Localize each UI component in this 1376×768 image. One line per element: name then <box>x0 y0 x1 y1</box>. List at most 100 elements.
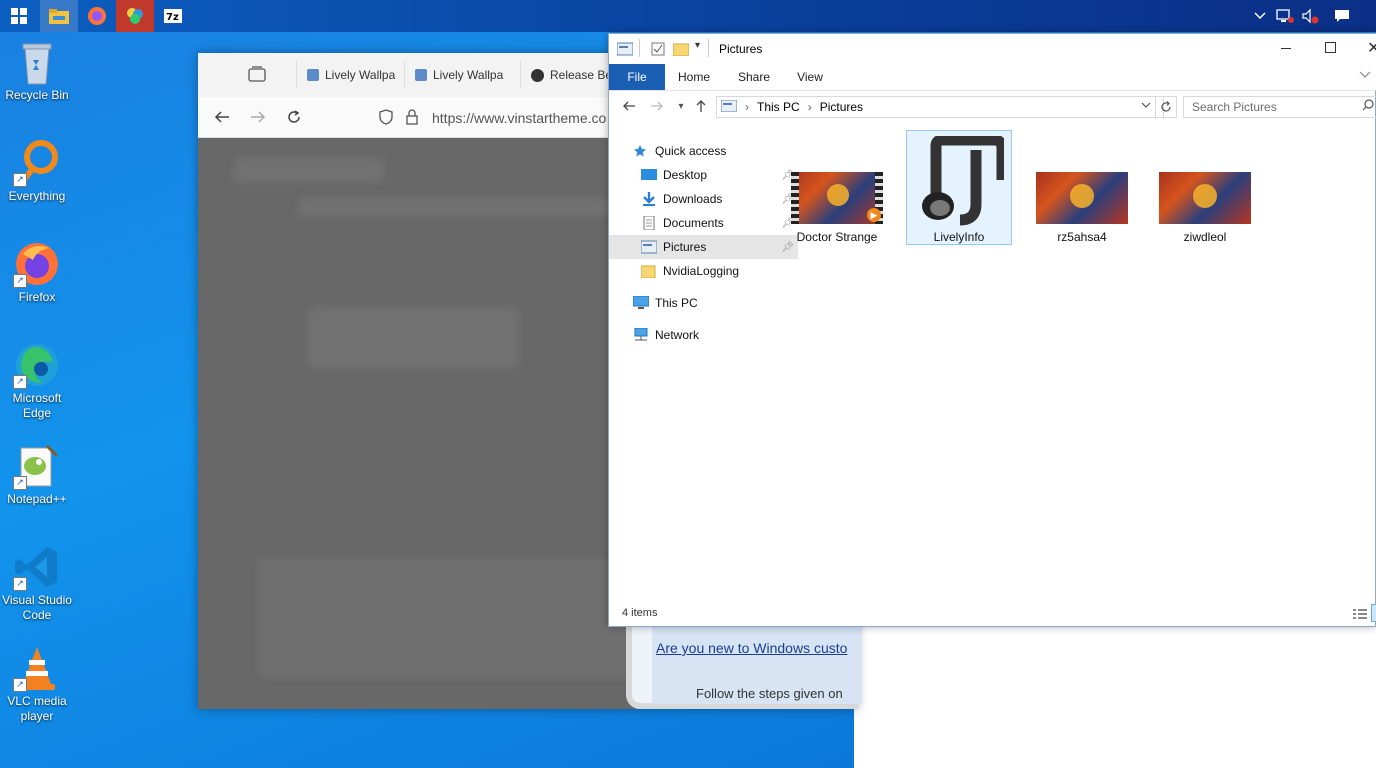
windows-start-icon[interactable] <box>0 0 38 32</box>
desktop-icon-recycle-bin[interactable]: Recycle Bin <box>0 38 74 103</box>
search-placeholder: Search Pictures <box>1192 100 1277 114</box>
firefox-taskbar-icon[interactable] <box>78 0 116 32</box>
nav-label: NvidiaLogging <box>663 264 740 278</box>
address-bar[interactable]: › This PC › Pictures <box>716 96 1164 118</box>
url-bar[interactable]: https://www.vinstartheme.co <box>432 110 606 126</box>
large-icons-view-icon[interactable] <box>1371 604 1376 622</box>
volume-muted-icon[interactable] <box>1298 0 1322 32</box>
file-item[interactable]: LivelyInfo <box>906 130 1012 245</box>
quick-access-dropdown-icon[interactable]: ▾ <box>695 40 700 51</box>
background-window <box>854 626 1376 768</box>
maximize-icon[interactable] <box>1325 42 1336 53</box>
notepadpp-icon: ↗ <box>13 442 61 490</box>
shortcut-arrow-icon: ↗ <box>13 476 27 490</box>
nav-item-documents[interactable]: Documents 📌︎ <box>609 211 798 235</box>
nav-quick-access[interactable]: Quick access <box>609 139 790 163</box>
new-folder-icon[interactable] <box>672 42 690 59</box>
desktop-icon-vlc[interactable]: ↗ VLC media player <box>0 644 74 724</box>
address-dropdown-chevron-icon[interactable] <box>1141 98 1151 112</box>
desktop-icon-label: Firefox <box>18 290 56 304</box>
star-icon <box>633 144 649 158</box>
nav-item-pictures[interactable]: Pictures 📌︎ <box>609 235 798 259</box>
everything-search-icon: ↗ <box>13 139 61 187</box>
shield-icon[interactable] <box>374 105 398 129</box>
desktop-icon-everything[interactable]: ↗ Everything <box>0 139 74 204</box>
desktop-icon-firefox[interactable]: ↗ Firefox <box>0 240 74 305</box>
lock-icon[interactable] <box>400 105 424 129</box>
taskbar: 7z <box>0 0 1376 32</box>
ribbon-expand-chevron-icon[interactable] <box>1359 68 1371 82</box>
desktop-folder-icon <box>641 168 657 182</box>
notifications-icon[interactable] <box>1330 0 1354 32</box>
tab-overview-icon[interactable] <box>248 66 266 85</box>
svg-text:7z: 7z <box>166 12 179 23</box>
file-explorer-taskbar-icon[interactable] <box>40 0 78 32</box>
up-arrow-icon[interactable] <box>691 96 711 116</box>
item-count: 4 items <box>622 607 658 619</box>
window-title: Pictures <box>719 42 763 56</box>
nav-item-downloads[interactable]: Downloads 📌︎ <box>609 187 798 211</box>
nav-this-pc[interactable]: This PC <box>609 291 790 315</box>
desktop-icon-edge[interactable]: ↗ Microsoft Edge <box>0 341 74 421</box>
file-label: rz5ahsa4 <box>1057 230 1107 244</box>
desktop-icon-label: Everything <box>8 189 66 203</box>
ribbon-tab-view[interactable]: View <box>787 64 833 90</box>
breadcrumb-this-pc[interactable]: This PC <box>757 100 800 114</box>
vlc-cone-icon: ↗ <box>13 644 61 692</box>
file-label: ziwdleol <box>1183 230 1227 244</box>
recent-locations-chevron-icon[interactable]: ▾ <box>671 96 691 116</box>
browser-tab[interactable]: Lively Wallpa <box>404 61 515 89</box>
browser-tab[interactable]: Lively Wallpa <box>296 61 407 89</box>
download-arrow-icon <box>641 192 657 206</box>
nav-label: Downloads <box>663 192 723 206</box>
new-user-link[interactable]: Are you new to Windows custo <box>656 640 847 656</box>
minimize-icon[interactable] <box>1281 48 1291 49</box>
file-item[interactable]: rz5ahsa4 <box>1029 130 1135 245</box>
breadcrumb-pictures[interactable]: Pictures <box>820 100 863 114</box>
folder-icon <box>640 264 657 279</box>
browser-tab[interactable]: Release Be <box>520 61 621 89</box>
chevron-up-icon[interactable] <box>1248 0 1272 32</box>
file-item[interactable]: ▶ Doctor Strange <box>784 130 890 245</box>
search-icon <box>1362 99 1374 114</box>
desktop-icon-notepadpp[interactable]: ↗ Notepad++ <box>0 442 74 507</box>
details-view-icon[interactable] <box>1353 608 1367 623</box>
properties-checkbox-icon[interactable] <box>651 42 665 59</box>
desktop-icon-vscode[interactable]: ↗ Visual Studio Code <box>0 543 74 623</box>
7zip-taskbar-icon[interactable]: 7z <box>154 0 192 32</box>
nav-item-nvidialogging[interactable]: NvidiaLogging <box>609 259 798 283</box>
nav-network[interactable]: Network <box>609 323 790 347</box>
nav-label: Pictures <box>663 240 707 254</box>
network-tray-icon[interactable] <box>1273 0 1297 32</box>
forward-arrow-icon[interactable] <box>647 96 667 116</box>
explorer-title-bar: ▾ Pictures ✕ <box>609 34 1376 64</box>
back-arrow-icon[interactable] <box>619 96 639 116</box>
recycle-bin-icon <box>13 38 61 86</box>
ribbon-tab-file[interactable]: File <box>609 64 665 90</box>
reload-icon[interactable] <box>282 105 306 129</box>
refresh-icon[interactable] <box>1155 96 1177 118</box>
nav-item-desktop[interactable]: Desktop 📌︎ <box>609 163 798 187</box>
ribbon-tab-home[interactable]: Home <box>671 64 717 90</box>
file-label: Doctor Strange <box>796 230 878 244</box>
computer-icon <box>632 295 650 310</box>
desktop-icon-label: Recycle Bin <box>5 88 69 102</box>
ribbon-tab-share[interactable]: Share <box>729 64 779 90</box>
play-badge-icon: ▶ <box>867 208 881 222</box>
search-input[interactable]: Search Pictures <box>1183 96 1376 118</box>
firefox-icon: ↗ <box>13 240 61 288</box>
vscode-icon: ↗ <box>13 543 61 591</box>
back-arrow-icon[interactable] <box>210 105 234 129</box>
pictures-location-icon <box>720 99 738 115</box>
file-item[interactable]: ziwdleol <box>1152 130 1258 245</box>
pictures-window-icon <box>616 42 634 59</box>
tab-label: Release Be <box>550 68 613 82</box>
paint-taskbar-icon[interactable] <box>116 0 154 32</box>
forward-arrow-icon[interactable] <box>246 105 270 129</box>
desktop-icon-label: Microsoft Edge <box>12 391 62 420</box>
close-icon[interactable]: ✕ <box>1367 38 1376 58</box>
breadcrumb-separator-icon: › <box>745 100 749 114</box>
file-label: LivelyInfo <box>933 230 985 244</box>
notice-popup: Are you new to Windows custo Follow the … <box>626 626 862 709</box>
shortcut-arrow-icon: ↗ <box>13 173 27 187</box>
